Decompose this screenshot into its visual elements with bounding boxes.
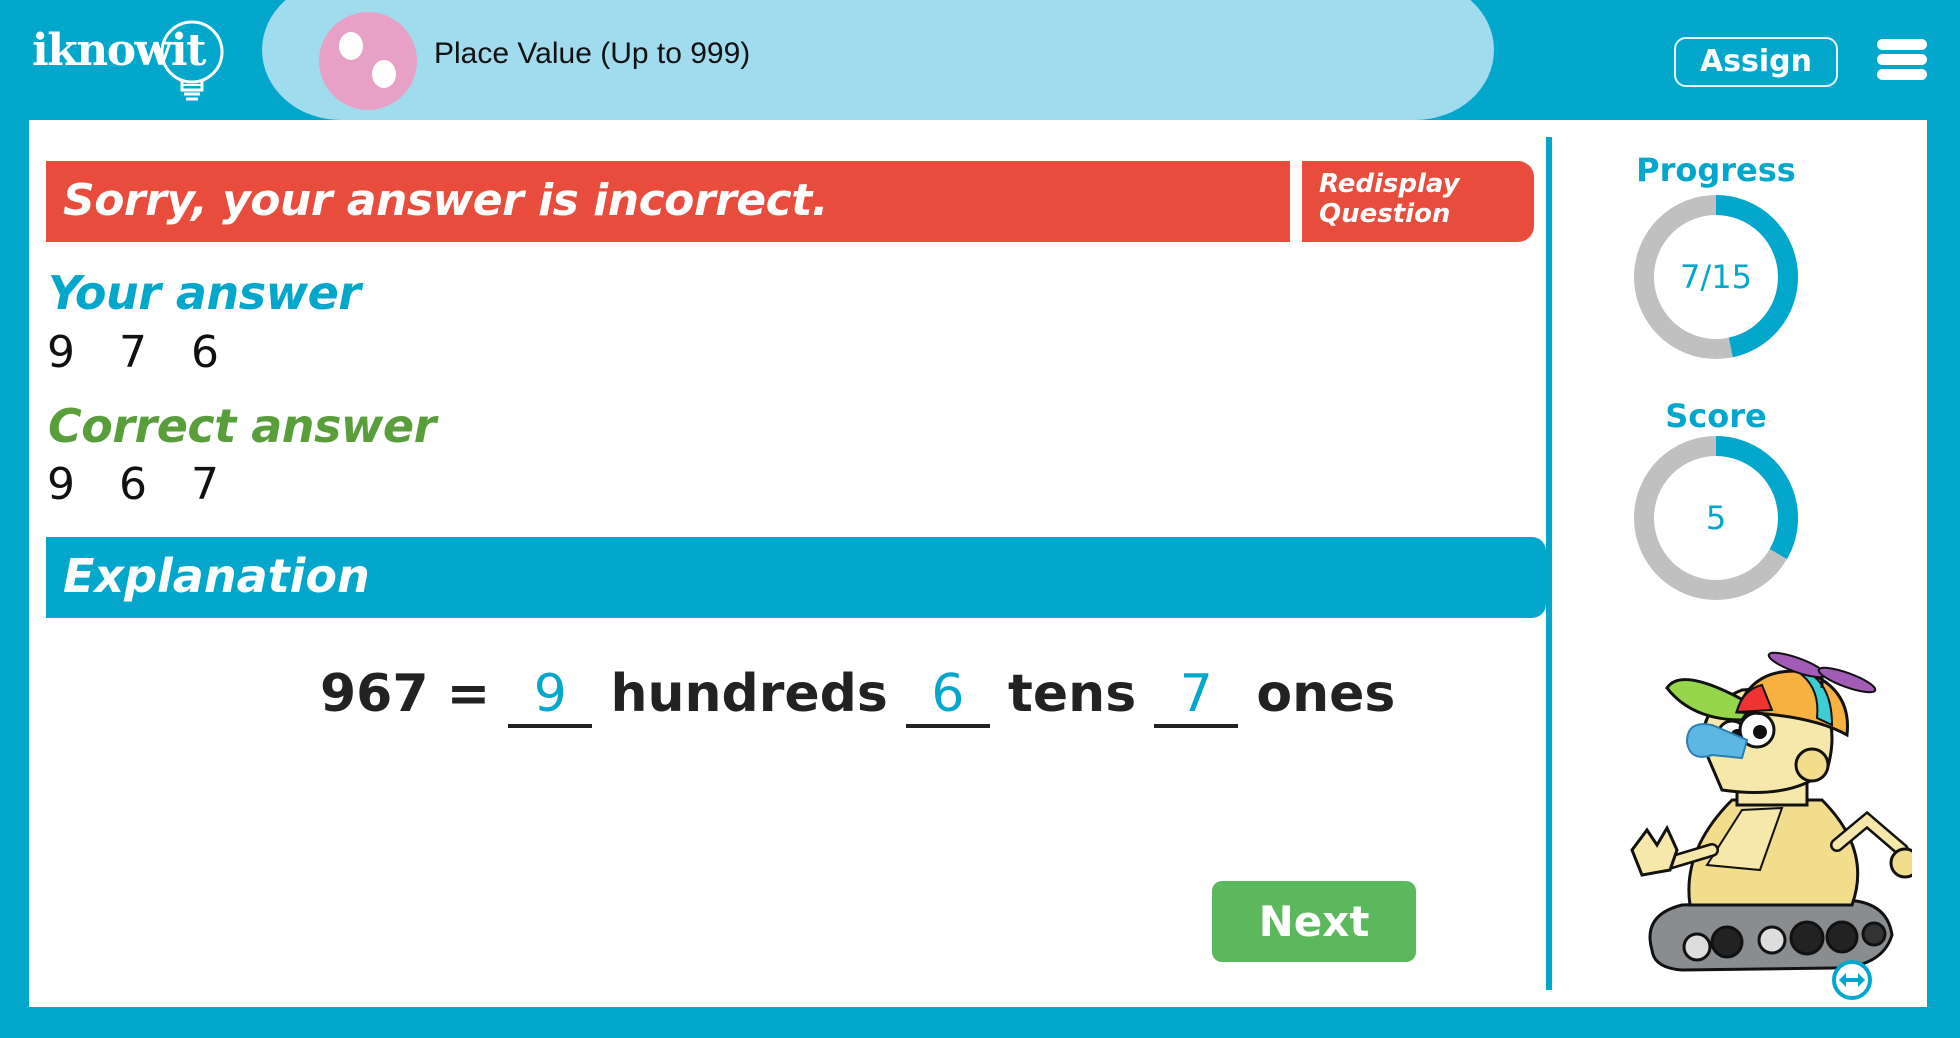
explanation-equation: 967 = 9 hundreds 6 tens 7 ones — [320, 658, 1395, 738]
next-button[interactable]: Next — [1212, 881, 1416, 962]
topic-title: Place Value (Up to 999) — [434, 37, 751, 70]
redisplay-label-line1: Redisplay — [1319, 169, 1460, 199]
correct-answer-label: Correct answer — [48, 399, 436, 453]
ones-blank: 7 — [1154, 658, 1239, 730]
digit: 7 — [191, 459, 219, 510]
robot-mascot-icon — [1630, 651, 1912, 972]
vertical-divider — [1546, 137, 1552, 990]
digit: 6 — [191, 327, 219, 378]
ones-label: ones — [1256, 664, 1396, 724]
feedback-banner: Sorry, your answer is incorrect. — [46, 161, 1290, 242]
progress-label: Progress — [1636, 151, 1796, 189]
digit: 6 — [119, 459, 147, 510]
redisplay-question-button[interactable]: Redisplay Question — [1302, 161, 1534, 242]
redisplay-label: Redisplay Question — [1319, 169, 1460, 229]
digit: 9 — [47, 459, 75, 510]
your-answer-label: Your answer — [48, 266, 361, 320]
score-label: Score — [1665, 397, 1767, 435]
tens-label: tens — [1008, 664, 1137, 724]
progress-value: 7/15 — [1680, 258, 1752, 296]
tens-blank: 6 — [905, 658, 990, 730]
redisplay-label-line2: Question — [1319, 199, 1451, 229]
digit: 7 — [119, 327, 147, 378]
hundreds-blank: 9 — [508, 658, 593, 730]
iknowit-logo[interactable]: iknowit — [32, 18, 232, 103]
your-answer-value: 976 — [47, 328, 263, 378]
lightbulb-icon — [160, 20, 224, 101]
explanation-title: Explanation — [63, 549, 370, 603]
explanation-header: Explanation — [46, 537, 1546, 618]
swap-arrows-icon[interactable] — [1831, 959, 1873, 1001]
score-value: 5 — [1705, 499, 1727, 537]
hundreds-label: hundreds — [610, 664, 888, 724]
pink-dots-icon — [319, 12, 417, 110]
hamburger-menu-icon[interactable] — [1877, 36, 1927, 82]
feedback-message: Sorry, your answer is incorrect. — [63, 175, 828, 226]
equation-number: 967 — [320, 664, 429, 724]
assign-button[interactable]: Assign — [1674, 37, 1838, 87]
digit: 9 — [47, 327, 75, 378]
correct-answer-value: 967 — [47, 460, 263, 510]
equation-equals: = — [446, 664, 491, 724]
